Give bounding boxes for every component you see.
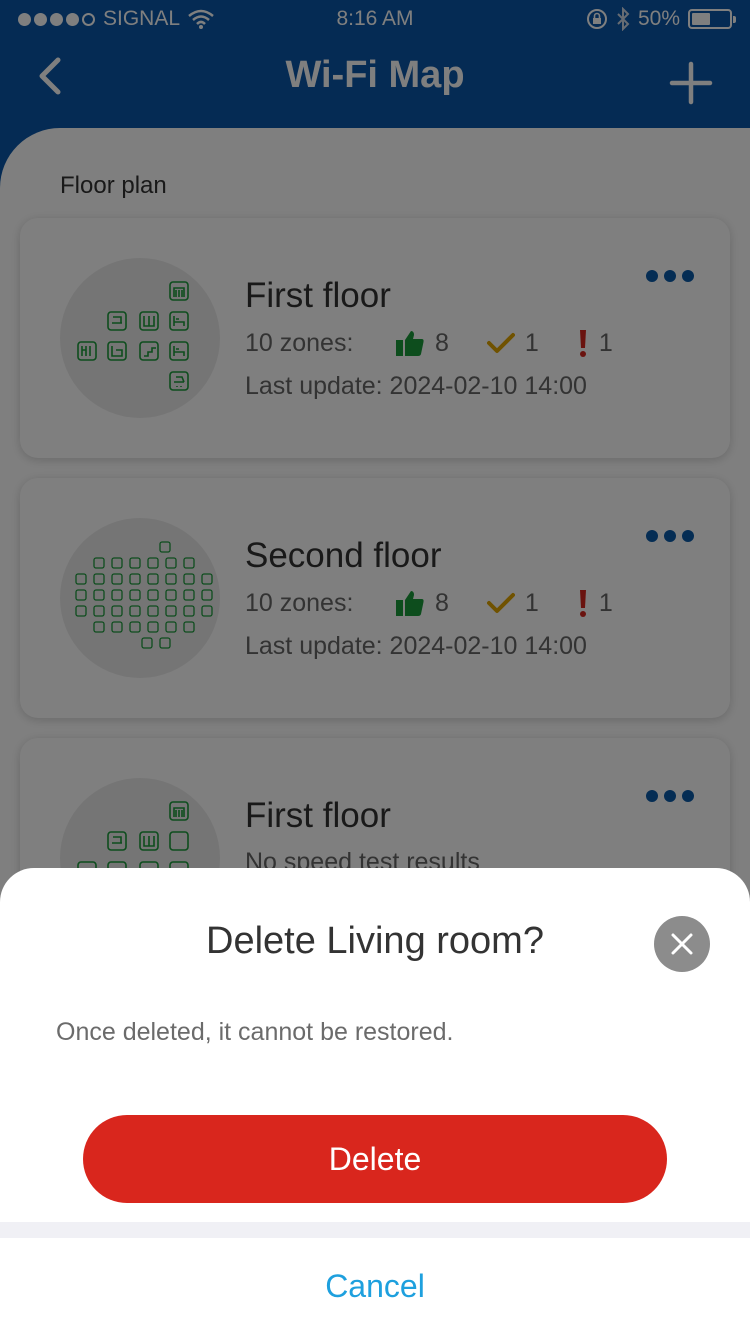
- dialog-title: Delete Living room?: [206, 920, 544, 962]
- cancel-button[interactable]: Cancel: [0, 1238, 750, 1334]
- divider: [0, 1222, 750, 1238]
- delete-dialog: Delete Living room? Once deleted, it can…: [0, 868, 750, 1334]
- delete-button[interactable]: Delete: [83, 1115, 667, 1203]
- dialog-message: Once deleted, it cannot be restored.: [56, 1018, 454, 1046]
- close-button[interactable]: [654, 916, 710, 972]
- close-icon: [671, 933, 693, 955]
